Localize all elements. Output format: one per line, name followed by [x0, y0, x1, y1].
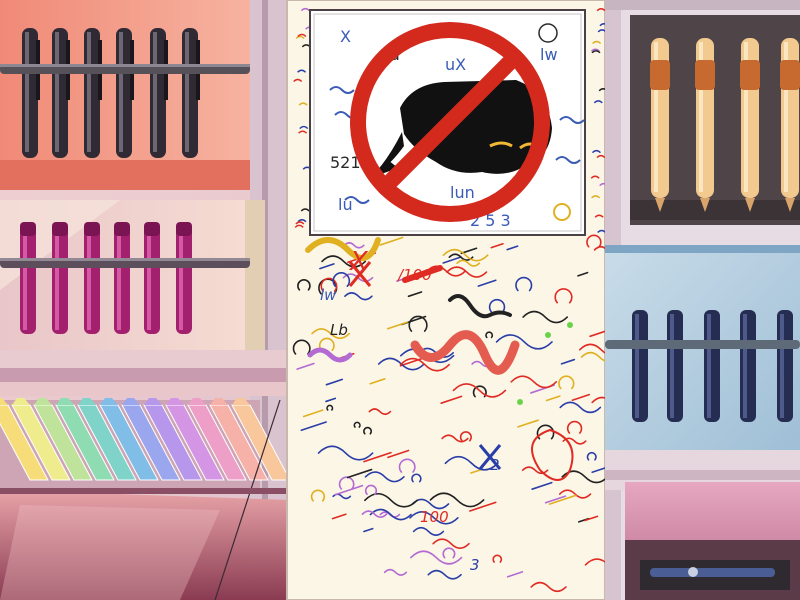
paper-scribble-text: 3 — [470, 556, 480, 574]
black-pen — [182, 28, 200, 158]
stationery-shop-scene: /100lwLbX10023 XauXlw521lu2 5 3lun — [0, 0, 800, 600]
magenta-marker-rack — [0, 200, 265, 350]
navy-pen — [632, 310, 648, 422]
green-dot — [545, 332, 551, 338]
cream-pen — [695, 38, 715, 212]
no-drawing-sign: XauXlw521lu2 5 3lun — [309, 9, 586, 236]
green-dot — [517, 399, 523, 405]
pastel-crayon-tray — [0, 398, 291, 490]
sign-doodle: lw — [540, 45, 558, 64]
sign-doodle: lun — [450, 183, 475, 202]
green-dot — [567, 322, 573, 328]
cream-pen — [780, 38, 800, 212]
paper-scribble-text: lw — [320, 286, 337, 304]
black-pen — [84, 28, 102, 158]
black-pen — [22, 28, 40, 158]
navy-pen — [740, 310, 756, 422]
paper-scribble-text: Lb — [330, 321, 348, 339]
right-shelving — [605, 0, 800, 600]
navy-pen-rack — [605, 245, 800, 450]
paper-scribble-text: 100 — [420, 508, 449, 526]
left-shelving — [0, 0, 291, 600]
cream-pen — [650, 38, 670, 212]
boxed-pen — [640, 560, 790, 590]
paper-scribble-text: /100 — [396, 266, 432, 284]
black-pen — [150, 28, 168, 158]
sign-doodle: uX — [445, 55, 466, 74]
cream-pen-rack — [630, 15, 800, 225]
magenta-marker — [144, 222, 160, 334]
magenta-marker — [114, 222, 130, 334]
black-pen — [52, 28, 70, 158]
magenta-marker — [84, 222, 100, 334]
black-pen — [116, 28, 134, 158]
navy-pen — [777, 310, 793, 422]
black-pen-rack — [0, 0, 250, 190]
magenta-marker — [176, 222, 192, 334]
cream-pen — [740, 38, 760, 212]
magenta-marker — [20, 222, 36, 334]
sign-doodle: X — [340, 27, 351, 46]
navy-pen — [704, 310, 720, 422]
navy-pen — [667, 310, 683, 422]
magenta-marker — [52, 222, 68, 334]
